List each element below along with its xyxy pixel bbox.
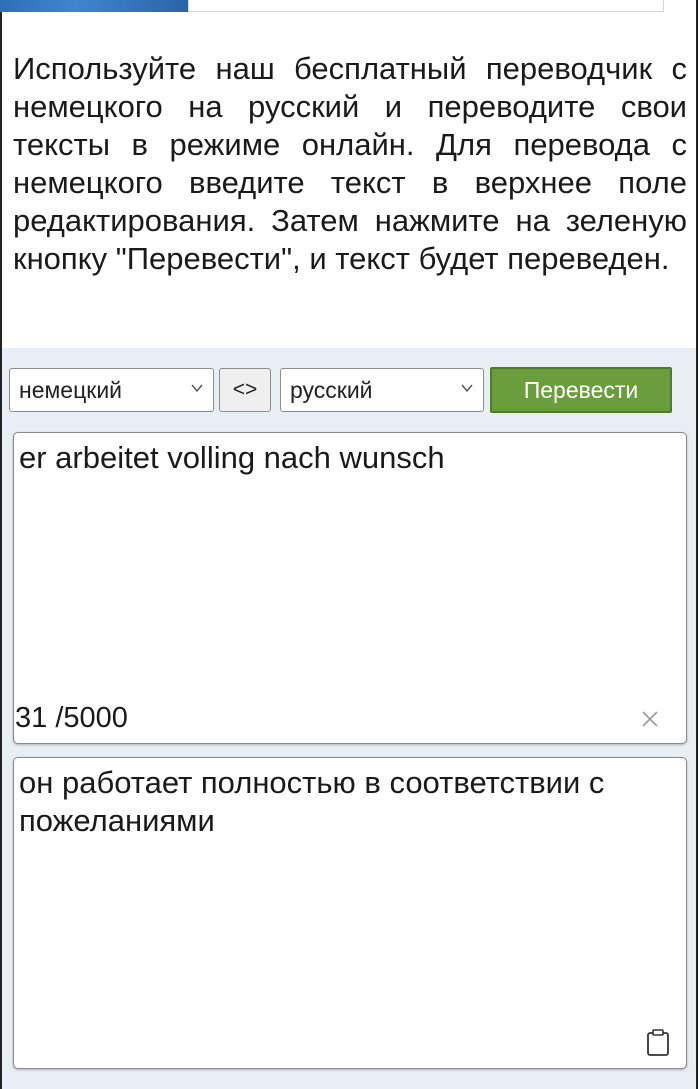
chevron-down-icon (191, 384, 203, 393)
banner-image (0, 0, 188, 12)
target-textarea[interactable]: он работает полностью в соответствии с п… (13, 757, 687, 1069)
top-strip (0, 0, 700, 14)
source-language-label: немецкий (19, 377, 123, 403)
character-counter: 31 /5000 (15, 702, 128, 734)
source-language-select[interactable]: немецкий (9, 368, 214, 412)
clipboard-icon[interactable] (646, 1029, 670, 1057)
target-language-label: русский (290, 377, 373, 403)
source-textarea[interactable]: er arbeitet volling nach wunsch (13, 432, 687, 744)
close-icon[interactable] (640, 709, 660, 729)
translate-button[interactable]: Перевести (490, 367, 672, 413)
source-text: er arbeitet volling nach wunsch (19, 440, 445, 475)
intro-text: Используйте наш бесплатный переводчик с … (13, 51, 687, 276)
top-field (188, 0, 664, 12)
target-language-select[interactable]: русский (280, 368, 484, 412)
translated-text: он работает полностью в соответствии с п… (19, 765, 605, 838)
chevron-down-icon (461, 384, 473, 393)
swap-languages-button[interactable]: <> (219, 368, 271, 412)
